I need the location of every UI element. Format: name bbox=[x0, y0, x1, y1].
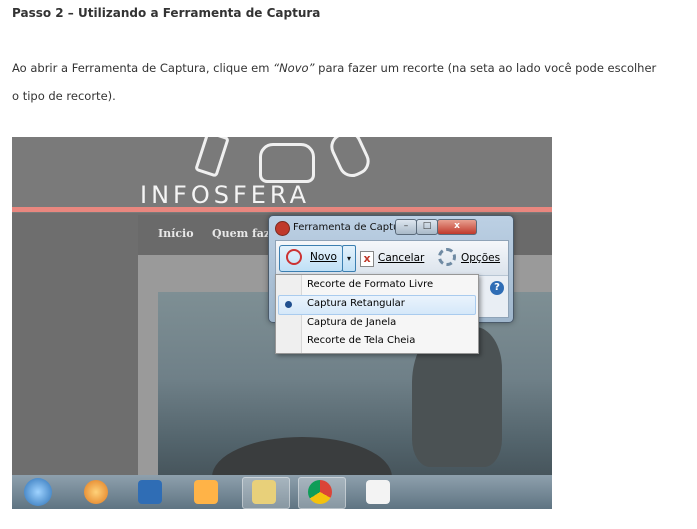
window-title: Ferramenta de Captura bbox=[293, 222, 410, 233]
nav-item-quem-faz[interactable]: Quem faz bbox=[212, 227, 270, 240]
selected-radio-icon bbox=[285, 301, 292, 308]
cancel-icon[interactable]: x bbox=[360, 251, 374, 267]
scissors-icon bbox=[286, 249, 302, 265]
chrome-icon[interactable] bbox=[308, 480, 332, 504]
browser-icon[interactable] bbox=[84, 480, 108, 504]
para-text: Ao abrir a Ferramenta de Captura, clique… bbox=[12, 61, 274, 75]
menu-item-rectangular[interactable]: Captura Retangular bbox=[307, 298, 405, 309]
new-snip-button[interactable]: Novo bbox=[279, 245, 343, 272]
new-snip-dropdown-button[interactable]: ▾ bbox=[342, 245, 356, 272]
folder-icon[interactable] bbox=[252, 480, 276, 504]
para-emphasis: “Novo” bbox=[273, 61, 315, 75]
word-icon[interactable] bbox=[138, 480, 162, 504]
help-icon[interactable]: ? bbox=[490, 281, 504, 295]
snipping-toolbar: Novo ▾ x Cancelar Opções bbox=[276, 241, 508, 276]
article-paragraph-line1: Ao abrir a Ferramenta de Captura, clique… bbox=[12, 61, 692, 75]
options-button[interactable]: Opções bbox=[461, 252, 500, 264]
snip-type-menu: Recorte de Formato Livre Captura Retangu… bbox=[275, 274, 479, 354]
para-text: para fazer um recorte (na seta ao lado v… bbox=[314, 61, 657, 75]
grid-app-icon[interactable] bbox=[366, 480, 390, 504]
cancel-button[interactable]: Cancelar bbox=[378, 252, 424, 264]
gamepad-icon bbox=[259, 143, 315, 183]
new-snip-label: Novo bbox=[310, 251, 337, 263]
media-player-icon[interactable] bbox=[194, 480, 218, 504]
article-heading: Passo 2 – Utilizando a Ferramenta de Cap… bbox=[12, 6, 321, 20]
site-logo: INFOSFERA bbox=[140, 181, 311, 209]
close-button[interactable]: x bbox=[437, 219, 477, 235]
maximize-button[interactable]: □ bbox=[416, 219, 438, 235]
menu-item-full-screen[interactable]: Recorte de Tela Cheia bbox=[307, 335, 415, 346]
snipping-tool-icon bbox=[275, 221, 290, 236]
minimize-button[interactable]: – bbox=[395, 219, 417, 235]
gear-icon[interactable] bbox=[438, 248, 456, 266]
menu-item-window[interactable]: Captura de Janela bbox=[307, 317, 396, 328]
menu-item-free-form[interactable]: Recorte de Formato Livre bbox=[307, 279, 433, 290]
start-button-icon[interactable] bbox=[24, 478, 52, 506]
nav-item-inicio[interactable]: Início bbox=[158, 227, 194, 240]
article-paragraph-line2: o tipo de recorte). bbox=[12, 89, 116, 103]
